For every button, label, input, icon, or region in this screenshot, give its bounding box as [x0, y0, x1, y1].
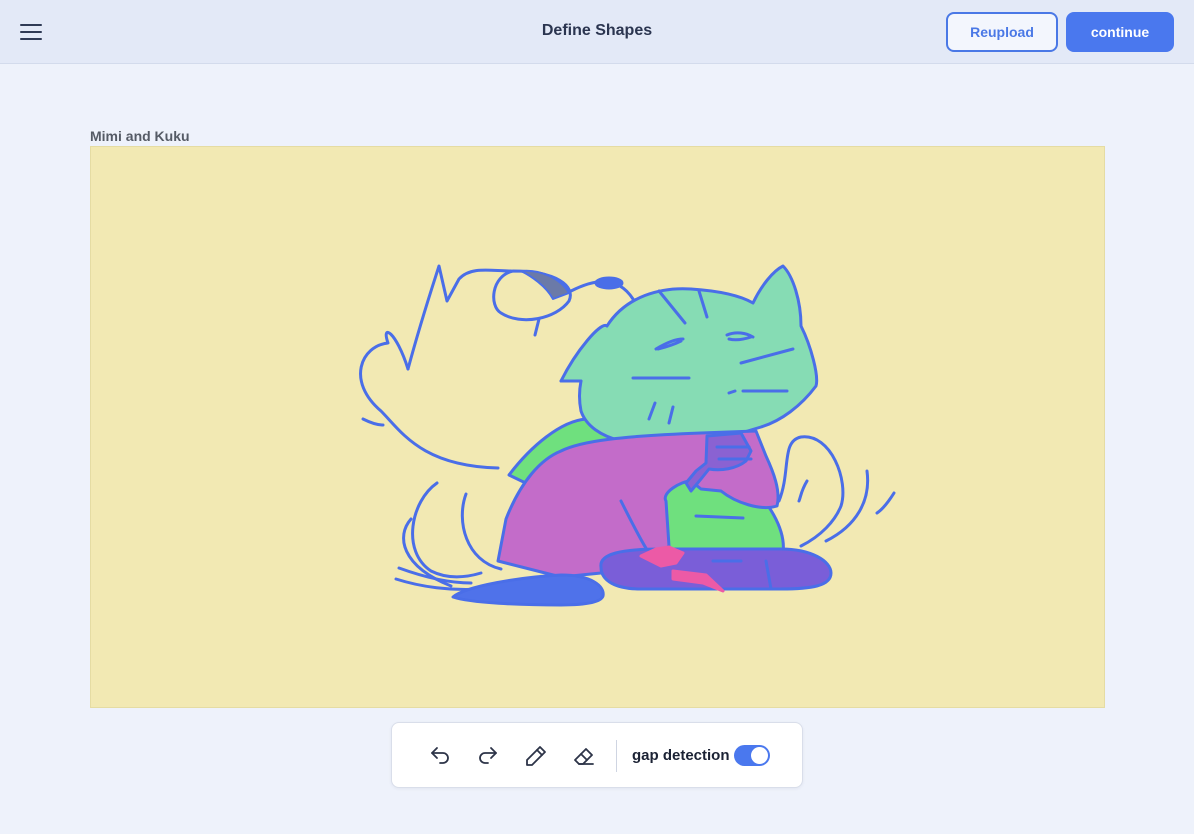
- continue-button[interactable]: continue: [1066, 12, 1174, 52]
- top-bar: Define Shapes Reupload continue: [0, 0, 1194, 64]
- pencil-icon[interactable]: [520, 740, 552, 772]
- drawing-toolbar: gap detection: [391, 722, 803, 788]
- gap-detection-toggle[interactable]: [734, 745, 770, 766]
- eraser-icon[interactable]: [568, 740, 600, 772]
- canvas-title: Mimi and Kuku: [90, 128, 190, 144]
- drawing-canvas[interactable]: [90, 146, 1105, 708]
- undo-icon[interactable]: [424, 740, 456, 772]
- redo-icon[interactable]: [472, 740, 504, 772]
- toggle-knob: [751, 747, 768, 764]
- reupload-button[interactable]: Reupload: [946, 12, 1058, 52]
- drawing-artwork: [359, 264, 896, 607]
- toolbar-divider: [616, 740, 617, 772]
- gap-detection-label: gap detection: [632, 747, 730, 764]
